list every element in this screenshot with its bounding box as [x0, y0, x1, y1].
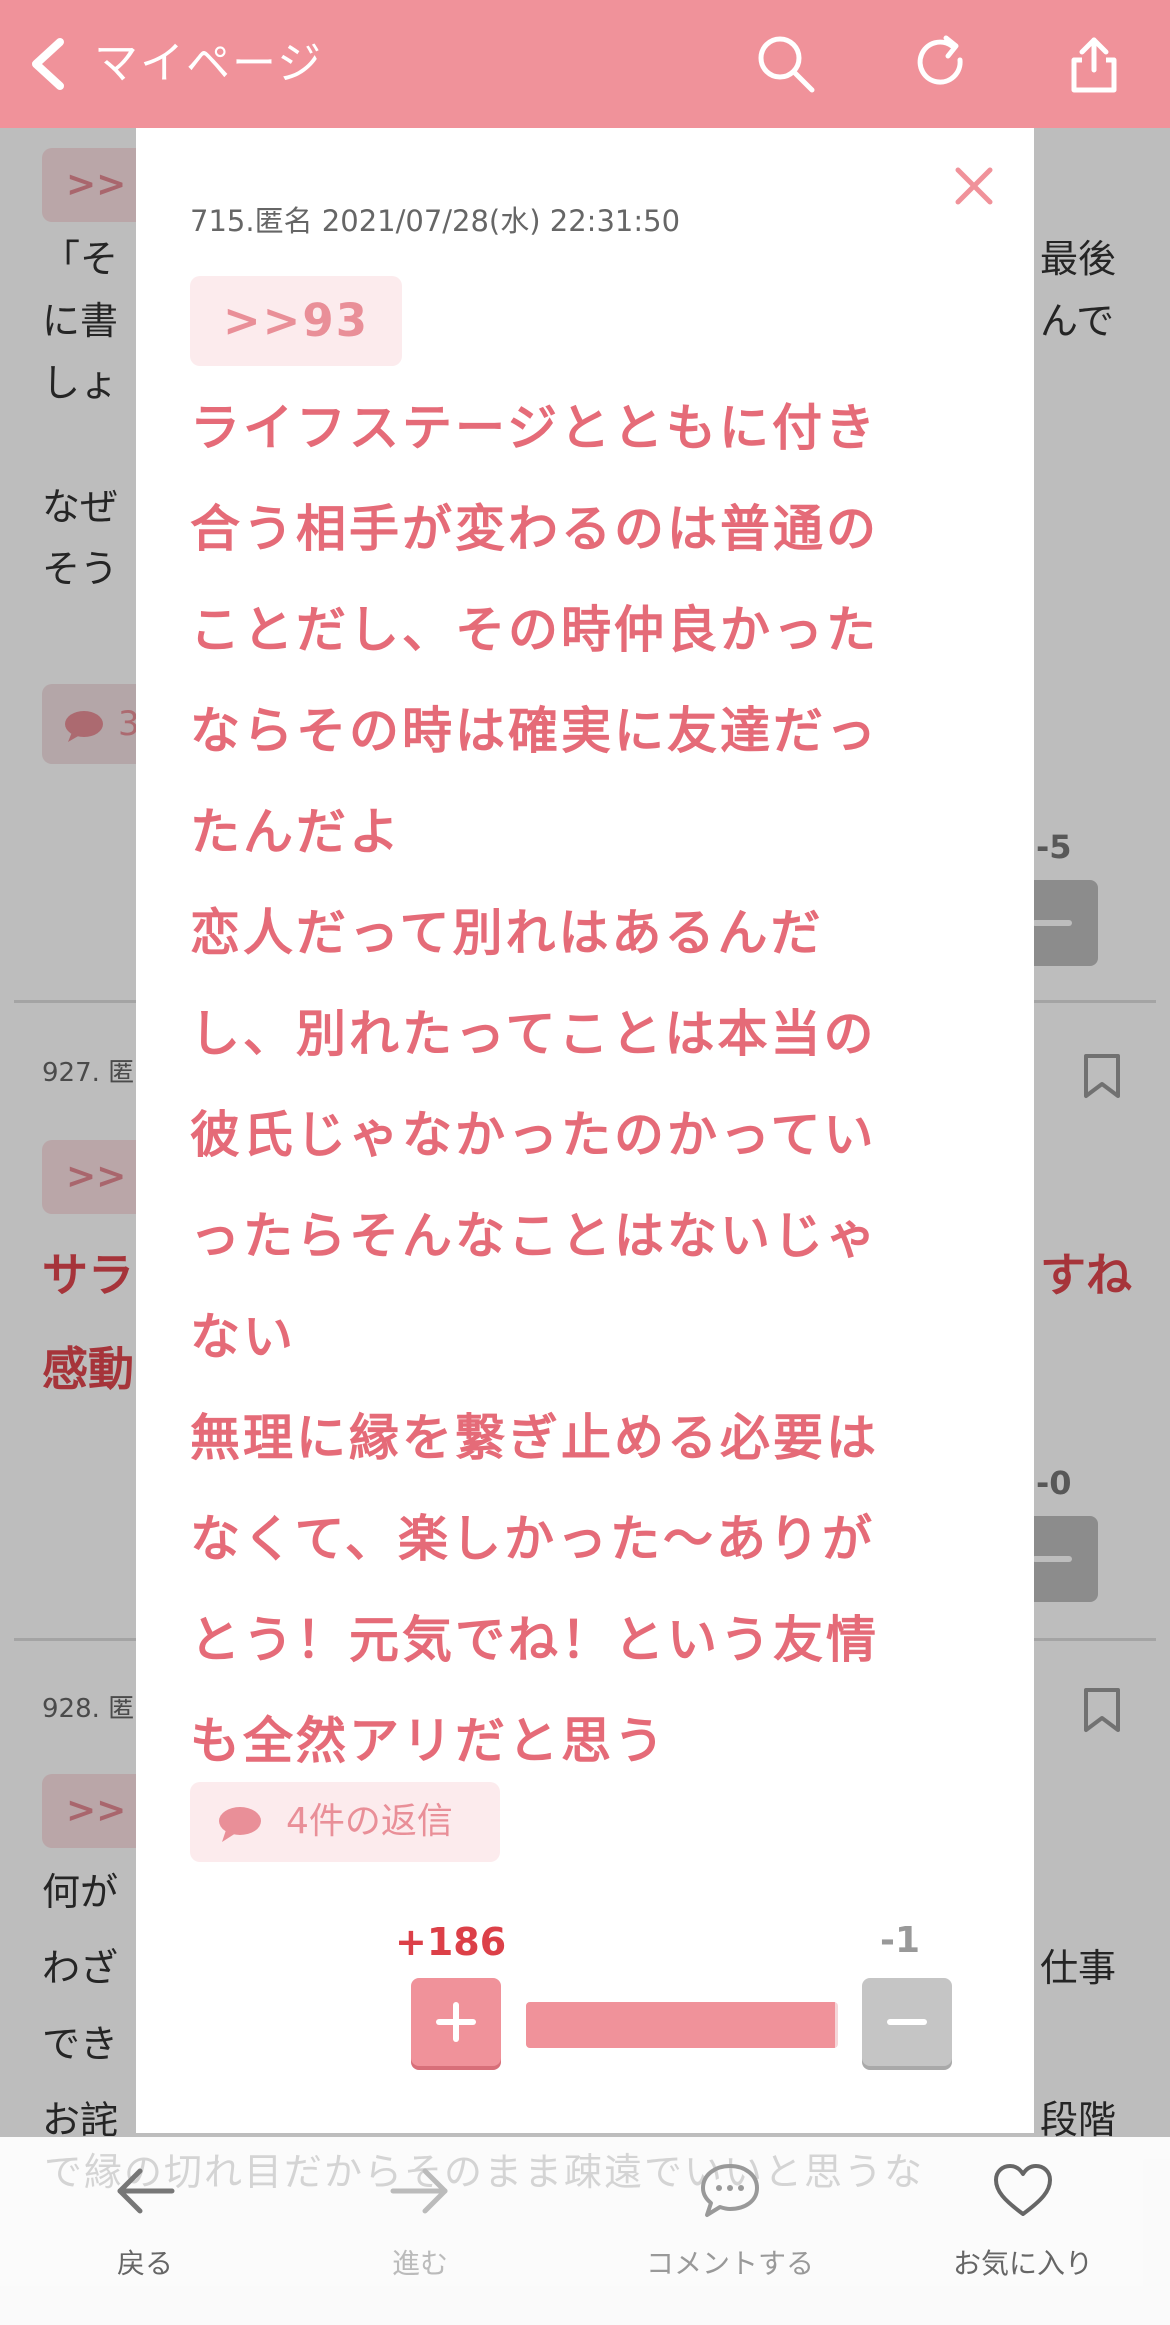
arrow-right-icon	[390, 2168, 448, 2214]
minus-count: -1	[880, 1920, 920, 1961]
vote-ratio-bar	[526, 2002, 838, 2048]
comment-body: ライフステージとともに付き 合う相手が変わるのは普通の ことだし、その時仲良かっ…	[190, 399, 879, 1770]
app-header: マイページ	[0, 0, 1170, 128]
vote-ratio-fill	[526, 2002, 835, 2048]
search-icon[interactable]	[752, 30, 820, 98]
nav-back[interactable]: 戻る	[20, 2150, 270, 2300]
arrow-left-icon	[117, 2168, 175, 2214]
comment-modal: 715.匿名 2021/07/28(水) 22:31:50 >>93 ライフステ…	[136, 128, 1034, 2133]
anchor-link[interactable]: >>93	[190, 276, 402, 366]
comment-icon	[701, 2164, 759, 2217]
replies-label: 4件の返信	[286, 1801, 453, 1842]
refresh-icon[interactable]	[908, 30, 976, 98]
back-to-mypage[interactable]: マイページ	[94, 0, 323, 128]
nav-forward[interactable]: 進む	[295, 2150, 545, 2300]
comment-meta: 715.匿名 2021/07/28(水) 22:31:50	[190, 204, 681, 238]
comment-icon	[219, 1807, 261, 1842]
share-icon[interactable]	[1060, 30, 1128, 98]
nav-favorites[interactable]: お気に入り	[898, 2150, 1148, 2300]
replies-button[interactable]: 4件の返信	[190, 1782, 500, 1862]
close-icon[interactable]	[952, 164, 996, 208]
chevron-left-icon[interactable]	[24, 36, 72, 92]
minus-button[interactable]	[862, 1978, 952, 2066]
plus-count: +186	[395, 1920, 507, 1964]
plus-button[interactable]	[411, 1978, 501, 2066]
nav-comment[interactable]: コメントする	[605, 2150, 855, 2300]
heart-icon	[994, 2164, 1052, 2216]
